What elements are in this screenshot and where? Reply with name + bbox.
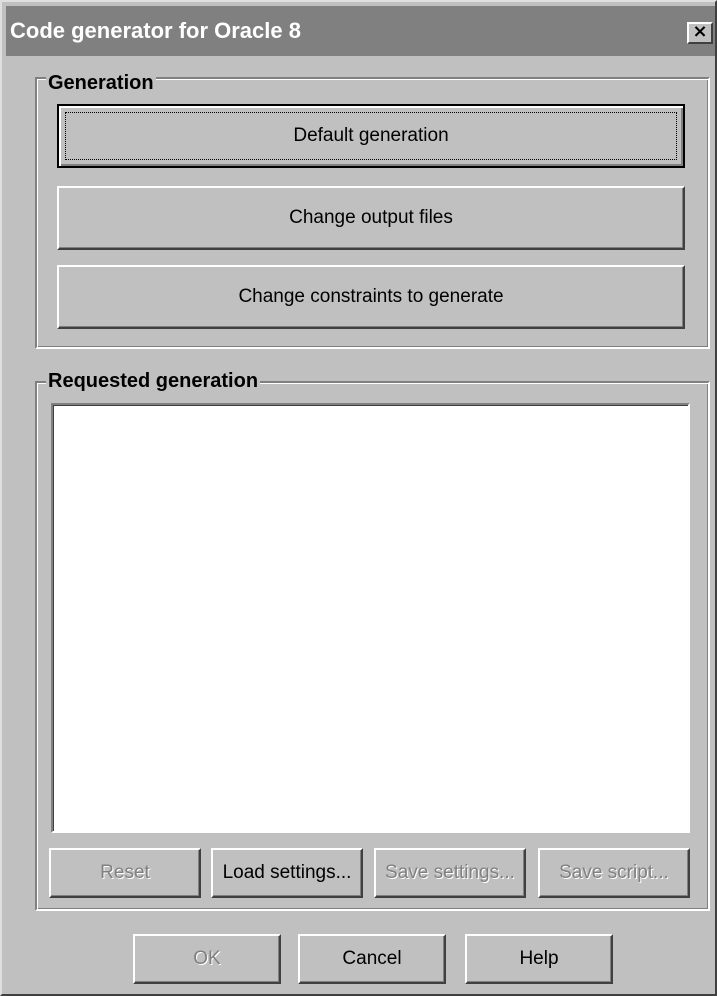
cancel-label: Cancel xyxy=(342,948,402,969)
focus-rect xyxy=(65,112,677,160)
change-output-files-label: Change output files xyxy=(289,207,453,228)
save-settings-button[interactable]: Save settings... xyxy=(374,848,526,898)
ok-label: OK xyxy=(193,948,221,969)
default-generation-button[interactable]: Default generation xyxy=(57,104,685,168)
save-script-button[interactable]: Save script... xyxy=(538,848,690,898)
window-title: Code generator for Oracle 8 xyxy=(10,18,301,43)
change-output-files-button[interactable]: Change output files xyxy=(57,186,685,250)
reset-label: Reset xyxy=(100,862,150,883)
help-button[interactable]: Help xyxy=(465,934,613,984)
requested-generation-list[interactable] xyxy=(51,403,690,833)
dialog-window: Code generator for Oracle 8 × Generation… xyxy=(0,0,717,996)
save-settings-label: Save settings... xyxy=(385,862,515,883)
save-script-label: Save script... xyxy=(559,862,669,883)
ok-button[interactable]: OK xyxy=(133,934,281,984)
change-constraints-button[interactable]: Change constraints to generate xyxy=(57,265,685,329)
title-bar[interactable]: Code generator for Oracle 8 × xyxy=(6,6,715,56)
help-label: Help xyxy=(519,948,559,969)
change-constraints-label: Change constraints to generate xyxy=(238,286,504,307)
cancel-button[interactable]: Cancel xyxy=(298,934,446,984)
generation-legend: Generation xyxy=(46,72,156,95)
load-settings-label: Load settings... xyxy=(222,862,352,883)
load-settings-button[interactable]: Load settings... xyxy=(211,848,363,898)
reset-button[interactable]: Reset xyxy=(49,848,201,898)
requested-generation-legend: Requested generation xyxy=(46,370,261,393)
close-icon[interactable]: × xyxy=(687,22,713,44)
